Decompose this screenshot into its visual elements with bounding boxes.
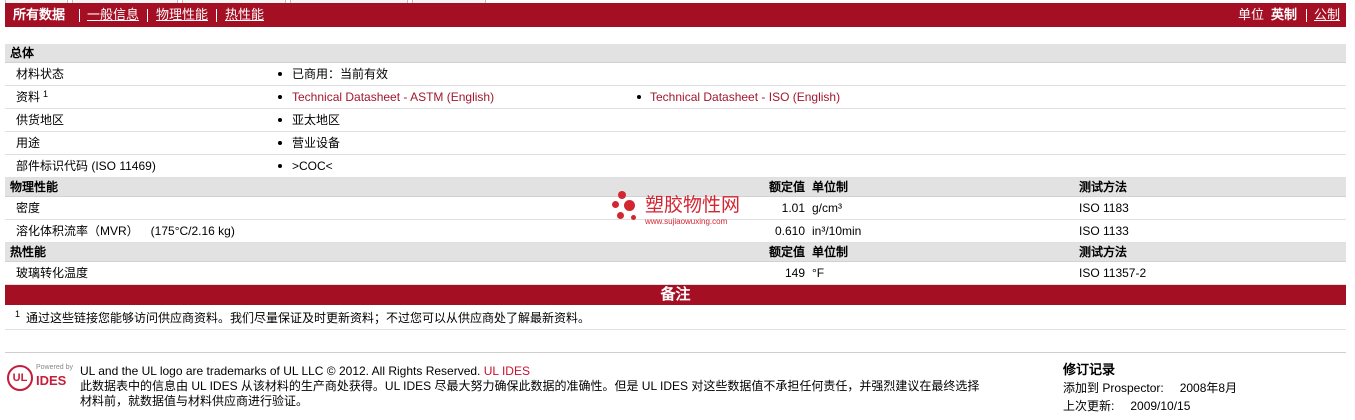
property-label: 供货地区: [16, 113, 65, 127]
table-row: 密度 1.01 g/cm³ ISO 1183: [5, 197, 1346, 220]
property-value: 亚太地区: [292, 113, 341, 127]
property-value: 149: [784, 266, 805, 280]
footnote-marker: 1: [43, 89, 49, 99]
column-header-value: 额定值: [768, 245, 805, 259]
property-unit: in³/10min: [812, 224, 862, 238]
footer-text: UL and the UL logo are trademarks of UL …: [80, 364, 979, 409]
disclaimer-line: 此数据表中的信息由 UL IDES 从该材料的生产商处获得。UL IDES 尽最…: [80, 379, 980, 393]
footnote-row: 1 通过这些链接您能够访问供应商资料。我们尽量保证及时更新资料；不过您可以从供应…: [5, 305, 1346, 330]
table-row: 玻璃转化温度 149 °F ISO 11357-2: [5, 262, 1346, 285]
table-row: 资料 1 Technical Datasheet - ASTM (English)…: [5, 86, 1346, 109]
added-value: 2008年8月: [1179, 381, 1238, 395]
added-label: 添加到 Prospector:: [1063, 381, 1164, 395]
table-row: 供货地区 亚太地区: [5, 109, 1346, 132]
bullet-icon: [278, 95, 282, 99]
property-value: 0.610: [774, 224, 805, 238]
test-method: ISO 1183: [1079, 201, 1129, 215]
notes-header: 备注: [5, 285, 1346, 305]
property-value: >COC<: [292, 159, 333, 173]
table-row: 部件标识代码 (ISO 11469) >COC<: [5, 155, 1346, 178]
revision-history: 修订记录 添加到 Prospector: 2008年8月 上次更新: 2009/10…: [1063, 361, 1237, 415]
trademark-text: UL and the UL logo are trademarks of UL …: [80, 364, 481, 378]
units-metric-link[interactable]: 公制: [1314, 8, 1340, 22]
column-header-unit: 单位制: [812, 180, 849, 194]
column-header-method: 测试方法: [1079, 245, 1128, 259]
nav-physical-link[interactable]: 物理性能: [156, 8, 208, 22]
ul-logo-icon: UL: [7, 365, 33, 391]
datasheet-astm-link[interactable]: Technical Datasheet - ASTM (English): [292, 86, 494, 108]
trademark-line: UL and the UL logo are trademarks of UL …: [80, 364, 979, 379]
table-row: 材料状态 已商用：当前有效: [5, 63, 1346, 86]
test-condition: (175°C/2.16 kg): [150, 224, 235, 238]
bullet-icon: [278, 118, 282, 122]
property-value: 1.01: [781, 201, 805, 215]
section-nav-bar: 所有数据 一般信息 物理性能 热性能 单位 英制 公制: [5, 3, 1346, 27]
property-value: 营业设备: [292, 136, 341, 150]
section-title: 物理性能: [10, 180, 59, 194]
table-row: 用途 营业设备: [5, 132, 1346, 155]
revision-title: 修订记录: [1063, 362, 1116, 377]
section-header-general: 总体: [5, 44, 1346, 63]
bullet-icon: [278, 141, 282, 145]
property-label: 资料 1: [16, 86, 48, 109]
units-imperial[interactable]: 英制: [1271, 8, 1297, 22]
revision-added: 添加到 Prospector: 2008年8月: [1063, 379, 1237, 397]
page-footer: UL Powered by IDES UL and the UL logo ar…: [5, 352, 1346, 420]
table-row: 溶化体积流率（MVR） (175°C/2.16 kg) 0.610 in³/10m…: [5, 220, 1346, 243]
ides-logo: IDES: [36, 373, 67, 388]
property-unit: g/cm³: [812, 201, 842, 215]
footnote-marker: 1: [15, 309, 21, 319]
nav-separator: [1306, 9, 1307, 22]
nav-separator: [147, 9, 148, 22]
property-value: 已商用：当前有效: [292, 67, 389, 81]
property-label: 材料状态: [16, 67, 65, 81]
test-method: ISO 1133: [1079, 224, 1129, 238]
nav-separator: [79, 9, 80, 22]
logo-powered-by: Powered by: [36, 364, 73, 371]
property-label: 玻璃转化温度: [16, 266, 89, 280]
nav-general-info-link[interactable]: 一般信息: [87, 8, 139, 22]
property-label: 密度: [16, 201, 41, 215]
units-label: 单位: [1238, 7, 1265, 22]
column-header-value: 额定值: [768, 180, 805, 194]
test-method: ISO 11357-2: [1079, 266, 1147, 280]
column-header-method: 测试方法: [1079, 180, 1128, 194]
revision-updated: 上次更新: 2009/10/15: [1063, 397, 1237, 415]
footnote-text: 通过这些链接您能够访问供应商资料。我们尽量保证及时更新资料；不过您可以从供应商处…: [26, 311, 591, 325]
datasheet-table: 总体 材料状态 已商用：当前有效 资料 1 Technical Datasheet…: [5, 44, 1346, 330]
datasheet-iso-link[interactable]: Technical Datasheet - ISO (English): [650, 86, 840, 108]
property-label: 溶化体积流率（MVR） (175°C/2.16 kg): [16, 220, 235, 242]
section-title: 热性能: [10, 245, 47, 259]
ul-ides-link[interactable]: UL IDES: [484, 364, 530, 378]
bullet-icon: [278, 72, 282, 76]
section-header-thermal: 热性能 额定值 单位制 测试方法: [5, 243, 1346, 262]
property-label-text: 资料: [16, 90, 41, 104]
property-label: 部件标识代码 (ISO 11469): [16, 159, 156, 173]
nav-separator: [216, 9, 217, 22]
property-label-text: 溶化体积流率（MVR）: [16, 224, 139, 238]
property-unit: °F: [812, 266, 825, 280]
updated-value: 2009/10/15: [1130, 399, 1191, 413]
nav-thermal-link[interactable]: 热性能: [225, 8, 264, 22]
column-header-unit: 单位制: [812, 245, 849, 259]
section-header-physical: 物理性能 额定值 单位制 测试方法: [5, 178, 1346, 197]
bullet-icon: [637, 95, 641, 99]
updated-label: 上次更新:: [1063, 399, 1115, 413]
bullet-icon: [278, 164, 282, 168]
nav-all-data[interactable]: 所有数据: [13, 8, 65, 22]
property-label: 用途: [16, 136, 41, 150]
disclaimer-line: 材料前，就数据值与材料供应商进行验证。: [80, 394, 309, 408]
section-title: 总体: [10, 46, 35, 60]
